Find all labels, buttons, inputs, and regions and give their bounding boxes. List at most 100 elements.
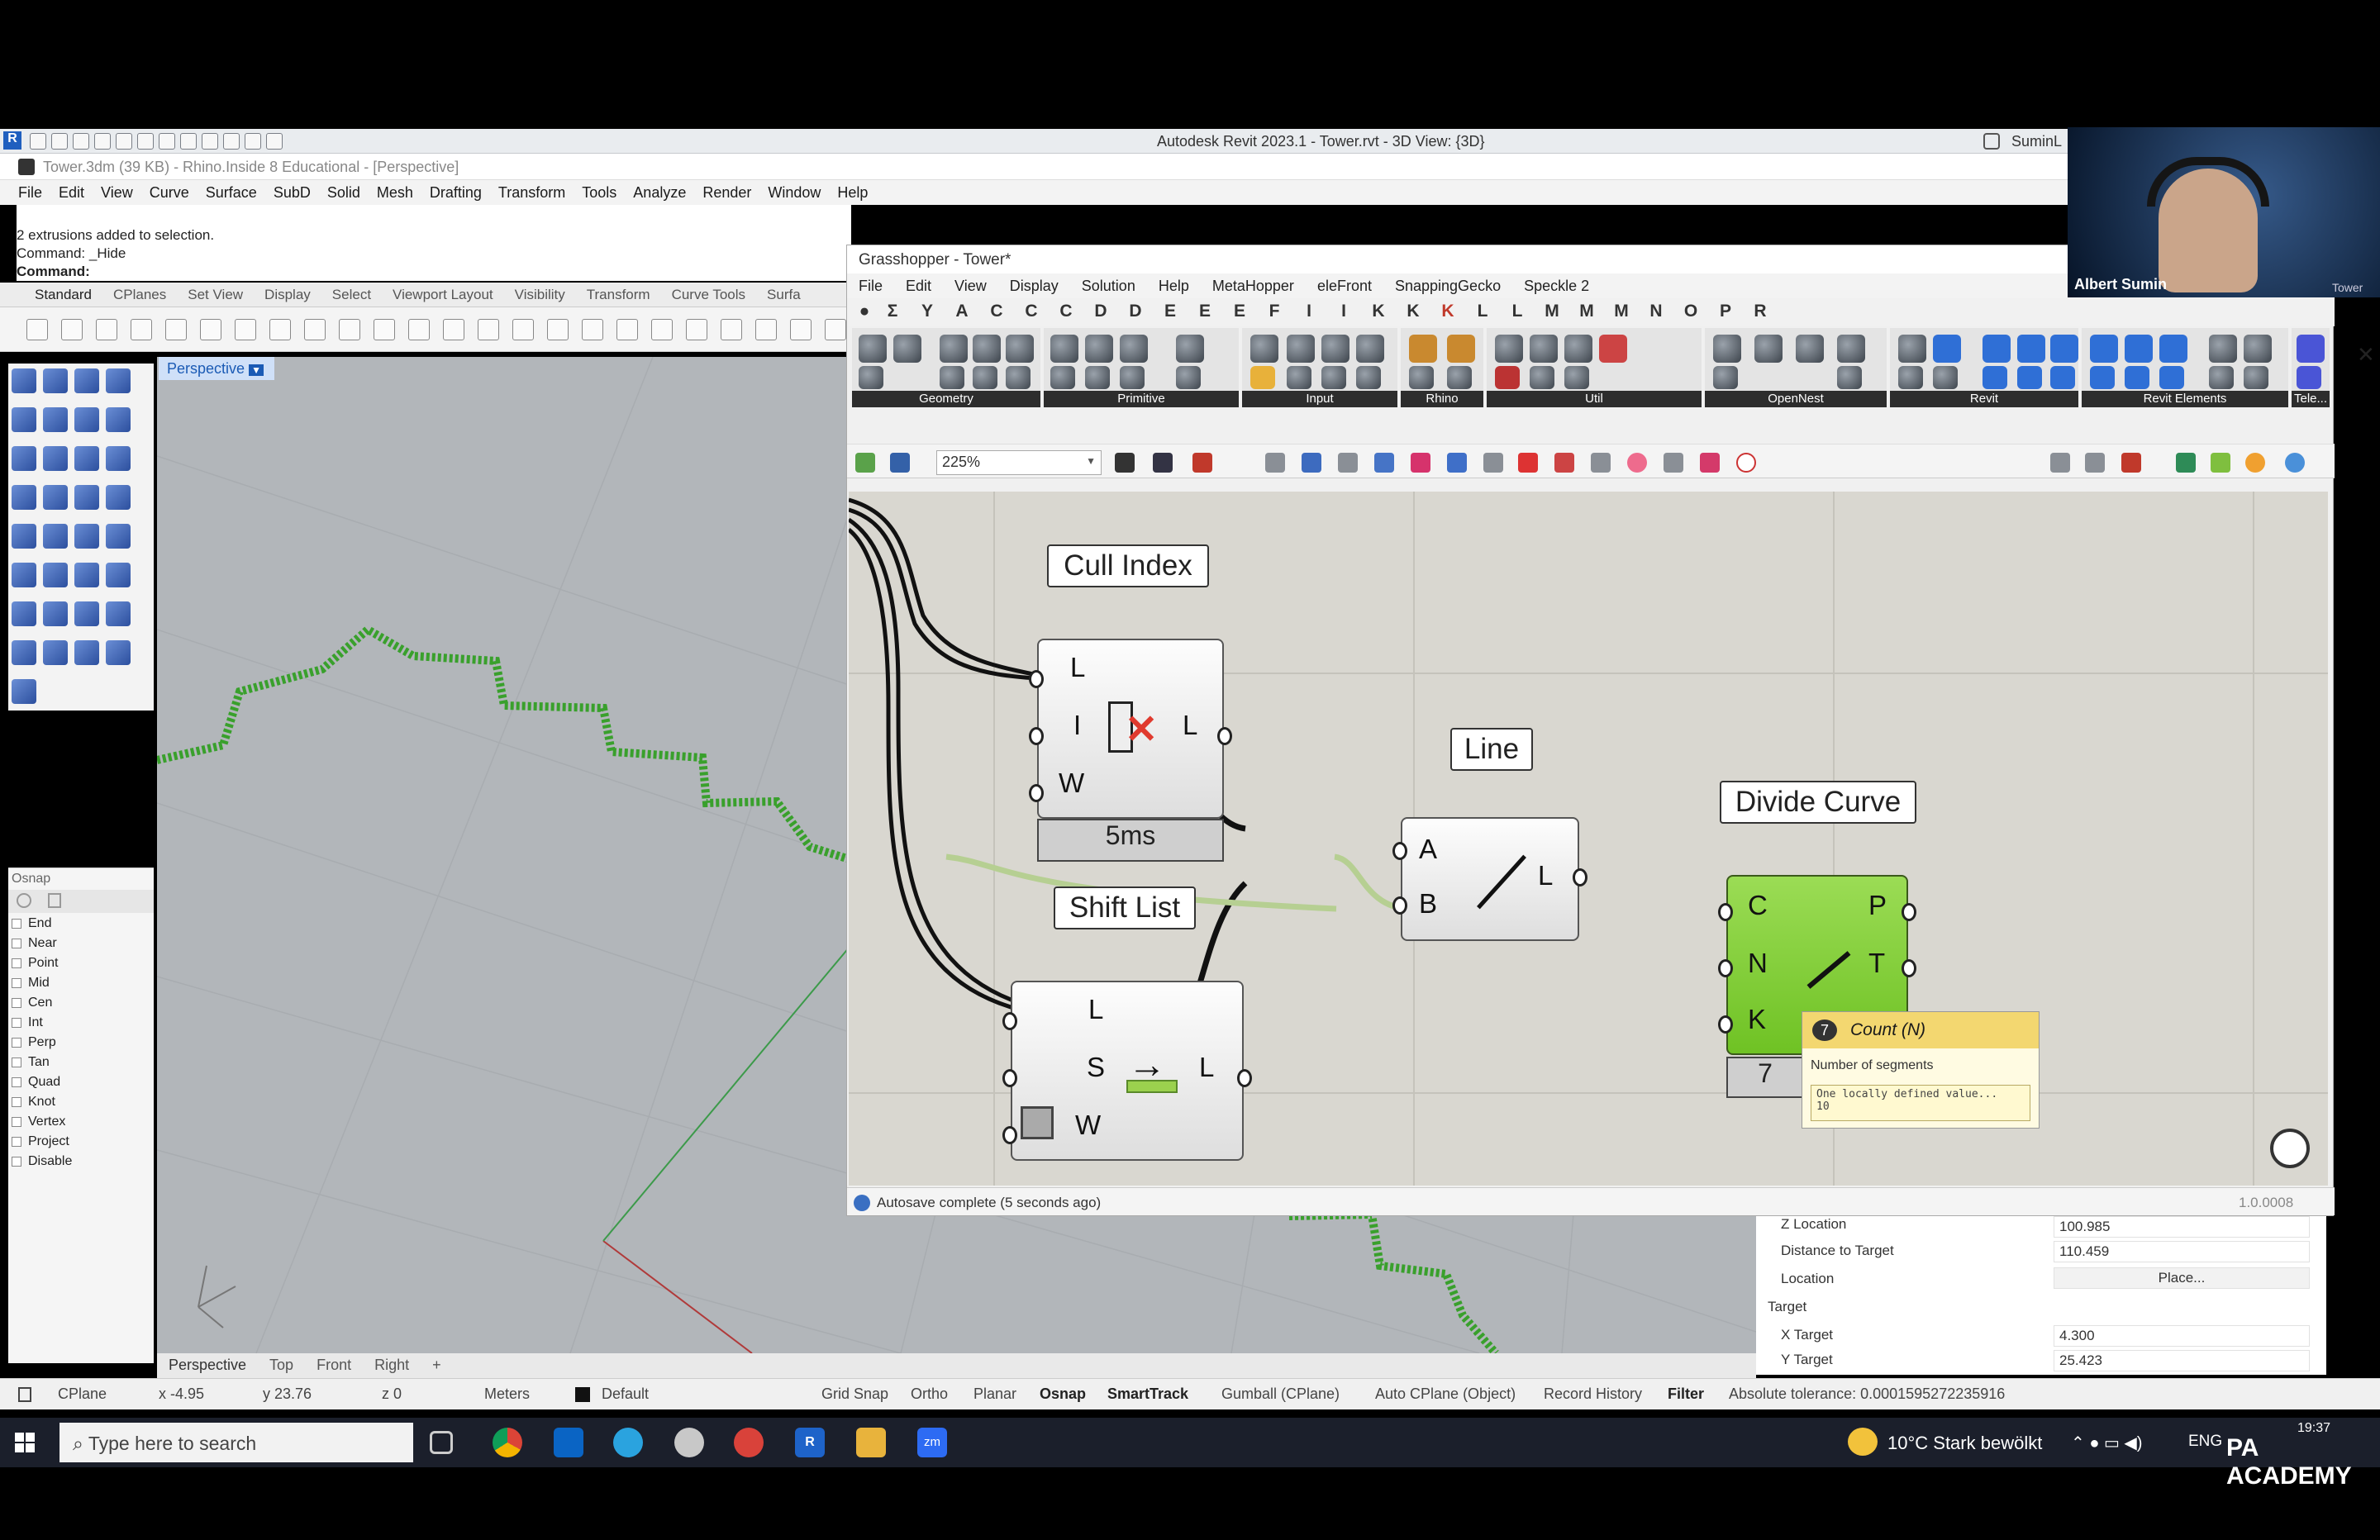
grip[interactable] [1902,959,1916,977]
tray-icons[interactable]: ⌃ ● ▭ ◀) [2071,1433,2142,1453]
input-w[interactable]: W [1059,768,1084,799]
util-icon[interactable] [1530,335,1558,363]
view-tab-right[interactable]: Right [374,1357,409,1374]
add-view-icon[interactable]: + [432,1357,441,1374]
split-icon[interactable] [106,524,131,549]
tab-letter[interactable]: I [1292,302,1326,321]
canvas-tool-icon[interactable] [1627,453,1647,473]
revit-icon[interactable] [2017,366,2042,389]
viewport-title-tab[interactable]: Perspective ▼ [159,357,274,380]
print-icon[interactable] [131,319,152,340]
input-b[interactable]: B [1419,888,1437,920]
canvas-tool-icon[interactable] [1664,453,1683,473]
revit-icon[interactable] [1983,366,2007,389]
tab-letter[interactable]: P [1708,302,1743,321]
menu-render[interactable]: Render [702,184,751,202]
input-c[interactable]: C [1748,890,1768,921]
output-t[interactable]: T [1868,948,1885,979]
zoom-extents-icon[interactable] [1115,453,1135,473]
rhino-param-icon[interactable] [1447,366,1472,389]
tab-letter[interactable]: A [945,302,979,321]
output-l[interactable]: L [1538,860,1553,891]
output-p[interactable]: P [1868,890,1887,921]
menu-subd[interactable]: SubD [274,184,311,202]
revit-element-icon[interactable] [2159,366,2184,389]
property-value[interactable]: 4.300 [2054,1325,2310,1347]
revit-element-icon[interactable] [2209,366,2234,389]
zoom-extents-icon[interactable] [478,319,499,340]
output-l[interactable]: L [1199,1052,1214,1083]
text-icon[interactable] [12,601,36,626]
units-label[interactable]: Meters [484,1386,530,1403]
disable-icon[interactable] [1736,453,1756,473]
input-k[interactable]: K [1748,1004,1766,1035]
new-icon[interactable] [26,319,48,340]
menu-transform[interactable]: Transform [498,184,565,202]
revit-icon[interactable] [1933,366,1958,389]
revit-icon[interactable] [1898,335,1926,363]
grip[interactable] [1002,1012,1017,1030]
preview-mode-icon[interactable] [2050,453,2070,473]
input-w[interactable]: W [1075,1110,1101,1141]
checkbox[interactable] [12,1096,21,1107]
property-value[interactable]: 110.459 [2054,1241,2310,1262]
revit-element-icon[interactable] [2125,335,2153,363]
paint-icon[interactable] [12,679,36,704]
arc-icon[interactable] [12,446,36,471]
toggle-smarttrack[interactable]: SmartTrack [1107,1386,1188,1403]
points-icon[interactable] [651,319,673,340]
opennest-icon[interactable] [1713,335,1741,363]
revit-element-icon[interactable] [2244,366,2268,389]
menu-window[interactable]: Window [768,184,821,202]
sync-icon[interactable] [73,133,89,150]
tab-transform[interactable]: Transform [587,287,650,303]
tab-letter[interactable]: F [1257,302,1292,321]
app-icon[interactable] [674,1428,704,1457]
revit-icon[interactable] [2050,366,2075,389]
language-indicator[interactable]: ENG [2188,1433,2222,1451]
grip[interactable] [1902,903,1916,921]
gh-menu-elefront[interactable]: eleFront [1317,278,1372,295]
hide-icon[interactable] [721,319,742,340]
tab-set-view[interactable]: Set View [188,287,243,303]
tab-letter[interactable]: O [1673,302,1708,321]
geometry-param-icon[interactable] [859,366,883,389]
cull-index-component[interactable]: L I W L ✕ [1037,639,1224,819]
osnap-option[interactable]: End [8,916,154,936]
toggle-filter[interactable]: Filter [1668,1386,1704,1403]
cylinder-icon[interactable] [74,485,99,510]
render-icon[interactable] [825,319,846,340]
text-icon[interactable] [180,133,197,150]
util-icon[interactable] [1495,335,1523,363]
chrome-icon[interactable] [493,1428,522,1457]
grip[interactable] [1718,903,1733,921]
revit-icon[interactable] [1898,366,1923,389]
cut-icon[interactable] [200,319,221,340]
geometry-param-icon[interactable] [1006,366,1031,389]
menu-help[interactable]: Help [837,184,868,202]
zoom-app-icon[interactable]: zm [917,1428,947,1457]
input-param-icon[interactable] [1250,335,1278,363]
tab-cplanes[interactable]: CPlanes [113,287,166,303]
opennest-icon[interactable] [1754,335,1783,363]
ellipse-icon[interactable] [43,407,68,432]
revit-element-icon[interactable] [2125,366,2149,389]
grip[interactable] [1029,784,1044,802]
gh-menu-help[interactable]: Help [1159,278,1189,295]
grip[interactable] [1029,727,1044,745]
tab-letter[interactable]: D [1118,302,1153,321]
light-icon[interactable] [686,319,707,340]
cplane-icon[interactable] [616,319,638,340]
menu-solid[interactable]: Solid [327,184,360,202]
tab-letter[interactable]: C [1049,302,1083,321]
tab-letter[interactable]: K [1361,302,1396,321]
boolean-icon[interactable] [12,524,36,549]
primitive-param-icon[interactable] [1176,335,1204,363]
tele-icon[interactable] [2297,366,2321,389]
tab-letter[interactable]: Y [910,302,945,321]
toggle-icon[interactable] [1356,335,1384,363]
offset-icon[interactable] [43,524,68,549]
osnap-option[interactable]: Quad [8,1075,154,1095]
tab-letter[interactable]: C [979,302,1014,321]
canvas-tool-icon[interactable] [1483,453,1503,473]
